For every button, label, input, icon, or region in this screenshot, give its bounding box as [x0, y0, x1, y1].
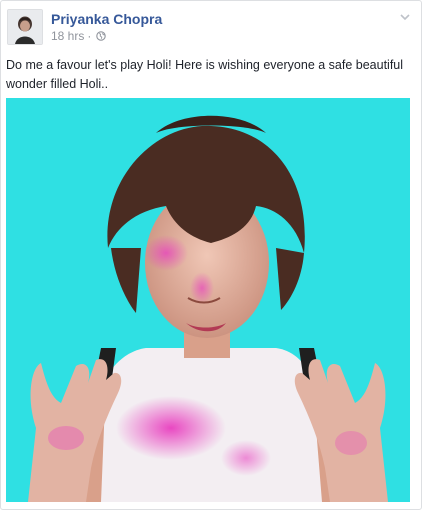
globe-icon[interactable]	[96, 31, 107, 41]
author-name-link[interactable]: Priyanka Chopra	[51, 11, 162, 27]
post-meta: 18 hrs ·	[51, 29, 107, 43]
post-text: Do me a favour let's play Holi! Here is …	[6, 58, 404, 91]
photo-illustration	[6, 98, 410, 502]
post-card: Priyanka Chopra 18 hrs · Do me a favour …	[0, 0, 422, 510]
post-timestamp[interactable]: 18 hrs	[51, 29, 84, 43]
avatar-image	[8, 10, 42, 44]
meta-separator: ·	[87, 29, 92, 43]
post-photo[interactable]	[6, 98, 410, 502]
author-avatar[interactable]	[7, 9, 43, 45]
chevron-down-icon[interactable]	[397, 9, 413, 25]
